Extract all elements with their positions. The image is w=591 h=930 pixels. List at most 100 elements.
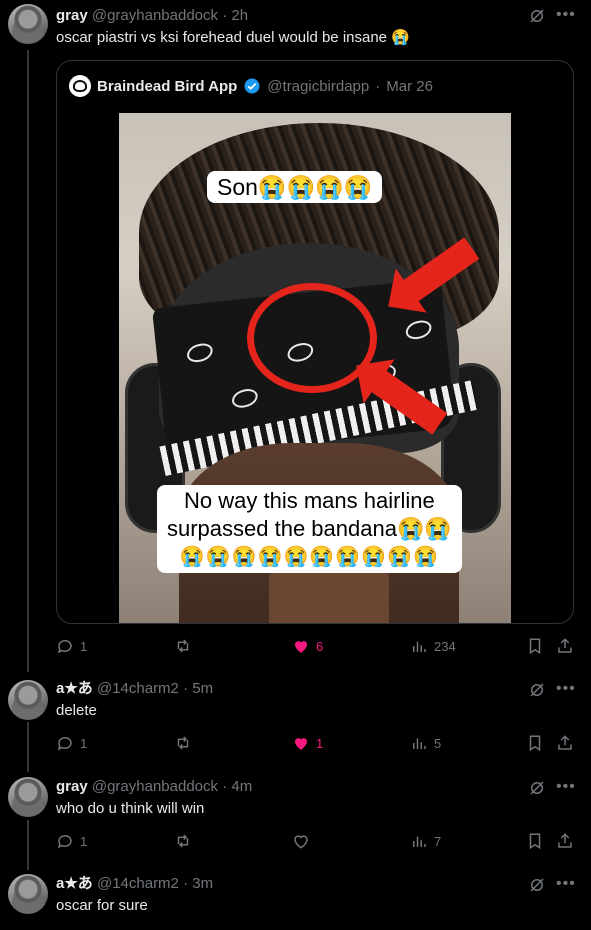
reply-count: 1 bbox=[80, 833, 88, 849]
repost-button[interactable] bbox=[174, 832, 198, 850]
reply-icon bbox=[57, 639, 72, 654]
share-icon bbox=[558, 833, 572, 848]
tweet-header: gray @grayhanbaddock · 4m bbox=[56, 777, 252, 797]
timestamp[interactable]: 3m bbox=[192, 875, 213, 892]
tweet-text: oscar piastri vs ksi forehead duel would… bbox=[56, 29, 410, 46]
display-name[interactable]: gray bbox=[56, 778, 88, 795]
like-button[interactable]: 1 bbox=[292, 734, 323, 752]
reply-icon bbox=[57, 736, 72, 751]
reply-button[interactable]: 1 bbox=[56, 832, 87, 850]
caption-line-1: No way this mans hairline bbox=[184, 488, 435, 513]
tweet-actions: 1 7 bbox=[56, 832, 576, 852]
bookmark-button[interactable] bbox=[526, 832, 544, 850]
repost-button[interactable] bbox=[174, 734, 198, 752]
reply-count: 1 bbox=[80, 735, 88, 751]
separator: · bbox=[183, 680, 189, 697]
timestamp[interactable]: 5m bbox=[192, 680, 213, 697]
bookmark-icon bbox=[529, 735, 541, 752]
reply-count: 1 bbox=[80, 638, 88, 654]
grok-icon[interactable] bbox=[528, 876, 546, 899]
tweet-header: a★あ @14charm2 · 3m bbox=[56, 874, 213, 894]
quoted-display-name[interactable]: Braindead Bird App bbox=[97, 78, 237, 95]
heart-icon bbox=[295, 641, 307, 653]
verified-badge-icon bbox=[244, 78, 260, 94]
handle[interactable]: @14charm2 bbox=[97, 875, 179, 892]
tweet[interactable]: gray @grayhanbaddock · 2h ••• oscar pias… bbox=[0, 0, 591, 672]
tweet-actions: 1 1 5 bbox=[56, 734, 576, 754]
caption-line-3: 😭😭😭😭😭😭😭😭😭😭 bbox=[179, 546, 439, 568]
avatar[interactable] bbox=[8, 874, 48, 914]
share-button[interactable] bbox=[556, 637, 574, 655]
tweet-text: who do u think will win bbox=[56, 800, 205, 817]
views-icon bbox=[413, 641, 426, 652]
bookmark-icon bbox=[529, 833, 541, 850]
separator: · bbox=[375, 77, 381, 95]
caption-line-2: surpassed the bandana😭😭 bbox=[167, 516, 452, 541]
grok-icon[interactable] bbox=[528, 681, 546, 704]
quoted-handle[interactable]: @tragicbirdapp bbox=[267, 78, 369, 95]
tweet-header: gray @grayhanbaddock · 2h bbox=[56, 6, 248, 26]
tweet[interactable]: a★あ @14charm2 · 3m ••• oscar for sure bbox=[0, 868, 591, 930]
views-button[interactable]: 234 bbox=[410, 637, 456, 655]
display-name[interactable]: a★あ bbox=[56, 680, 93, 697]
bookmark-icon bbox=[529, 638, 541, 655]
views-button[interactable]: 5 bbox=[410, 734, 441, 752]
display-name[interactable]: gray bbox=[56, 7, 88, 24]
quoted-timestamp[interactable]: Mar 26 bbox=[386, 78, 433, 95]
grok-icon[interactable] bbox=[528, 7, 546, 30]
tweet[interactable]: gray @grayhanbaddock · 4m ••• who do u t… bbox=[0, 770, 591, 868]
view-count: 5 bbox=[434, 735, 442, 751]
tweet-text: oscar for sure bbox=[56, 897, 148, 914]
repost-button[interactable] bbox=[174, 637, 198, 655]
avatar[interactable] bbox=[8, 680, 48, 720]
quoted-tweet[interactable]: Braindead Bird App @tragicbirdapp · Mar … bbox=[56, 60, 574, 624]
like-button[interactable]: 6 bbox=[292, 637, 323, 655]
repost-icon bbox=[177, 736, 189, 750]
tweet-text: delete bbox=[56, 702, 97, 719]
repost-icon bbox=[177, 639, 189, 653]
handle[interactable]: @grayhanbaddock bbox=[92, 778, 218, 795]
more-icon[interactable]: ••• bbox=[556, 6, 576, 24]
timestamp[interactable]: 4m bbox=[231, 778, 252, 795]
quoted-tweet-header: Braindead Bird App @tragicbirdapp · Mar … bbox=[69, 75, 433, 97]
more-icon[interactable]: ••• bbox=[556, 875, 576, 893]
tweet-header: a★あ @14charm2 · 5m bbox=[56, 679, 213, 699]
view-count: 7 bbox=[434, 833, 442, 849]
more-icon[interactable]: ••• bbox=[556, 680, 576, 698]
share-button[interactable] bbox=[556, 832, 574, 850]
handle[interactable]: @14charm2 bbox=[97, 680, 179, 697]
separator: · bbox=[222, 778, 228, 795]
more-icon[interactable]: ••• bbox=[556, 778, 576, 796]
avatar[interactable] bbox=[8, 777, 48, 817]
like-button[interactable] bbox=[292, 832, 316, 850]
avatar[interactable] bbox=[8, 4, 48, 44]
views-button[interactable]: 7 bbox=[410, 832, 441, 850]
caption-bottom: No way this mans hairline surpassed the … bbox=[157, 485, 462, 573]
reply-button[interactable]: 1 bbox=[56, 734, 87, 752]
grok-icon[interactable] bbox=[528, 779, 546, 802]
bookmark-button[interactable] bbox=[526, 734, 544, 752]
display-name[interactable]: a★あ bbox=[56, 875, 93, 892]
separator: · bbox=[222, 7, 228, 24]
views-icon bbox=[413, 738, 426, 749]
share-icon bbox=[558, 735, 572, 750]
timestamp[interactable]: 2h bbox=[231, 7, 248, 24]
quoted-avatar[interactable] bbox=[69, 75, 91, 97]
quoted-media-image[interactable]: Son😭😭😭😭 No way this mans hairline surpas… bbox=[119, 113, 511, 623]
view-count: 234 bbox=[434, 638, 456, 654]
handle[interactable]: @grayhanbaddock bbox=[92, 7, 218, 24]
caption-top: Son😭😭😭😭 bbox=[207, 171, 383, 203]
tweet-actions: 1 6 234 bbox=[56, 637, 576, 657]
bookmark-button[interactable] bbox=[526, 637, 544, 655]
share-button[interactable] bbox=[556, 734, 574, 752]
like-count: 6 bbox=[316, 638, 324, 654]
reply-icon bbox=[57, 834, 72, 849]
share-icon bbox=[558, 638, 572, 653]
views-icon bbox=[413, 836, 426, 847]
separator: · bbox=[183, 875, 189, 892]
reply-button[interactable]: 1 bbox=[56, 637, 87, 655]
heart-icon bbox=[294, 835, 308, 849]
heart-icon bbox=[295, 738, 307, 750]
like-count: 1 bbox=[316, 735, 324, 751]
tweet[interactable]: a★あ @14charm2 · 5m ••• delete 1 1 5 bbox=[0, 672, 591, 770]
